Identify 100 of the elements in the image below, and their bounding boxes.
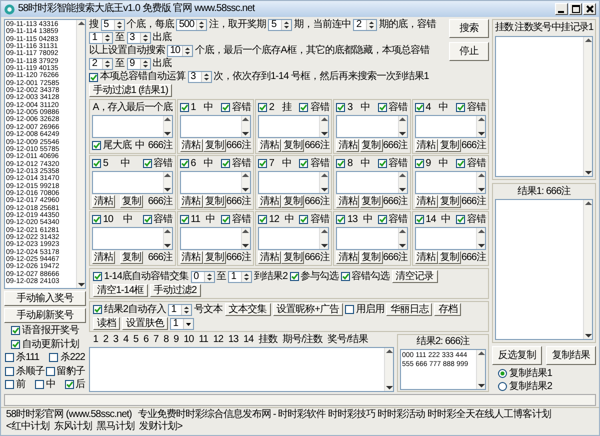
group-checkbox[interactable]: 3 <box>336 102 352 114</box>
tolerance-checkbox[interactable]: 容错 <box>220 158 251 170</box>
tolerance-checkbox[interactable]: 容错 <box>299 102 330 114</box>
scrollbar[interactable] <box>319 228 328 249</box>
group-checkbox[interactable]: 7 <box>258 158 274 170</box>
action-button[interactable]: 清空1-14框 <box>93 284 148 297</box>
group-checkbox[interactable]: 13 <box>336 214 358 226</box>
setting-checkbox[interactable]: 用启用 <box>344 304 384 316</box>
scrollbar[interactable] <box>76 20 85 288</box>
search-control-button[interactable]: 搜索 <box>449 19 489 38</box>
panel-button[interactable]: 清粘 <box>258 195 281 208</box>
setting-checkbox[interactable]: 容错勾选 <box>340 270 390 282</box>
panel-button[interactable]: 清粘 <box>336 195 360 208</box>
number-spinner[interactable]: 1 <box>228 270 252 282</box>
panel-button[interactable]: 清粘 <box>258 139 281 152</box>
panel-button[interactable]: 清粘 <box>258 251 281 264</box>
scrollbar[interactable] <box>476 228 485 249</box>
panel-button[interactable]: 复制 <box>438 139 461 152</box>
group-checkbox[interactable]: 8 <box>336 158 352 170</box>
panel-button[interactable]: 清粘 <box>92 195 115 208</box>
option-checkbox[interactable]: 语音报开奖号 <box>11 325 79 336</box>
scrollbar[interactable] <box>384 348 393 391</box>
panel-button[interactable]: 复制 <box>281 139 304 152</box>
group-checkbox[interactable]: 2 <box>258 102 274 114</box>
number-spinner[interactable]: 5 <box>268 19 292 31</box>
scrollbar[interactable] <box>398 172 407 193</box>
option-checkbox[interactable]: 前 <box>5 379 26 390</box>
group-checkbox[interactable]: 9 <box>414 158 431 170</box>
panel-button[interactable]: 复制 <box>360 251 383 264</box>
action-button[interactable]: 读档 <box>93 317 120 330</box>
number-spinner[interactable]: 1 <box>89 32 113 44</box>
scrollbar[interactable] <box>240 116 250 137</box>
number-spinner[interactable]: 1 <box>168 304 192 316</box>
group-checkbox[interactable]: 10 <box>92 214 114 226</box>
action-button[interactable]: 华丽日志 <box>386 303 432 316</box>
close-button[interactable] <box>583 3 596 15</box>
maximize-button[interactable] <box>569 3 582 15</box>
setting-checkbox[interactable]: 1-14底自动容错交集 <box>93 270 189 282</box>
panel-button[interactable]: 复制 <box>202 195 226 208</box>
scrollbar[interactable] <box>583 200 592 339</box>
side-button[interactable]: 手动输入奖号 <box>4 291 86 306</box>
copy-radio[interactable]: 复制结果2 <box>498 380 596 392</box>
copy-radio[interactable]: 复制结果1 <box>498 368 596 380</box>
number-spinner[interactable]: 9 <box>126 58 150 70</box>
scrollbar[interactable] <box>398 116 407 137</box>
panel-button[interactable]: 复制 <box>120 195 143 208</box>
panel-button[interactable]: 复制 <box>438 251 461 264</box>
scrollbar[interactable] <box>476 350 485 389</box>
scrollbar[interactable] <box>240 228 250 249</box>
group-checkbox[interactable]: 14 <box>414 214 436 226</box>
scrollbar[interactable] <box>240 172 250 193</box>
group-checkbox[interactable]: 1 <box>180 102 196 114</box>
number-spinner[interactable]: 2 <box>89 58 113 70</box>
group-checkbox[interactable]: 5 <box>92 158 108 170</box>
panel-button[interactable]: 清粘 <box>180 195 203 208</box>
panel-button[interactable]: 复制 <box>281 251 304 264</box>
panel-button[interactable]: 清粘 <box>92 251 115 264</box>
number-spinner[interactable]: 2 <box>353 19 378 31</box>
number-spinner[interactable]: 3 <box>188 71 212 83</box>
setting-checkbox[interactable]: 参与勾选 <box>290 270 339 282</box>
group-checkbox[interactable]: 12 <box>258 214 280 226</box>
panel-button[interactable]: 清粘 <box>180 139 203 152</box>
tolerance-checkbox[interactable]: 容错 <box>299 158 330 170</box>
panel-button[interactable]: 清粘 <box>414 251 438 264</box>
option-checkbox[interactable]: 留豹子 <box>46 366 85 377</box>
group-checkbox[interactable]: 4 <box>414 102 431 114</box>
panel-button[interactable]: 复制 <box>438 195 461 208</box>
option-checkbox[interactable]: 后 <box>64 379 85 390</box>
record-text-area[interactable] <box>495 36 593 176</box>
action-button[interactable]: 清空记录 <box>392 270 438 283</box>
number-spinner[interactable]: 3 <box>126 32 150 44</box>
option-checkbox[interactable]: 尾大底 <box>92 140 132 152</box>
tolerance-checkbox[interactable]: 容错 <box>378 214 408 226</box>
tolerance-checkbox[interactable]: 容错 <box>220 102 251 114</box>
panel-button[interactable]: 复制 <box>202 251 226 264</box>
result-text-area[interactable] <box>495 199 593 340</box>
setting-checkbox[interactable]: 结果2自动存入 <box>93 304 166 316</box>
scrollbar[interactable] <box>583 36 592 176</box>
tolerance-checkbox[interactable]: 容错 <box>378 102 408 114</box>
panel-button[interactable]: 复制 <box>202 139 226 152</box>
panel-button[interactable]: 清粘 <box>180 251 203 264</box>
scrollbar[interactable] <box>476 172 485 193</box>
copy-button[interactable]: 反选复制 <box>492 346 542 365</box>
scrollbar[interactable] <box>398 228 407 249</box>
tolerance-checkbox[interactable]: 容错 <box>142 214 173 226</box>
scrollbar[interactable] <box>162 116 172 137</box>
number-spinner[interactable]: 500 <box>176 19 208 31</box>
tolerance-checkbox[interactable]: 容错 <box>220 214 251 226</box>
setting-checkbox[interactable]: 本项总容错自动运算 <box>89 71 186 83</box>
action-button[interactable]: 存档 <box>434 303 462 316</box>
group-checkbox[interactable]: 6 <box>180 158 196 170</box>
scrollbar[interactable] <box>476 116 485 137</box>
minimize-button[interactable] <box>555 3 568 15</box>
tolerance-checkbox[interactable]: 容错 <box>299 214 330 226</box>
action-button[interactable]: 手动过滤2 <box>150 284 201 297</box>
scrollbar[interactable] <box>319 116 328 137</box>
tolerance-checkbox[interactable]: 容错 <box>142 158 173 170</box>
action-button[interactable]: 设置肤色 <box>122 317 168 330</box>
scrollbar[interactable] <box>319 172 328 193</box>
copy-button[interactable]: 复制结果 <box>546 346 596 365</box>
